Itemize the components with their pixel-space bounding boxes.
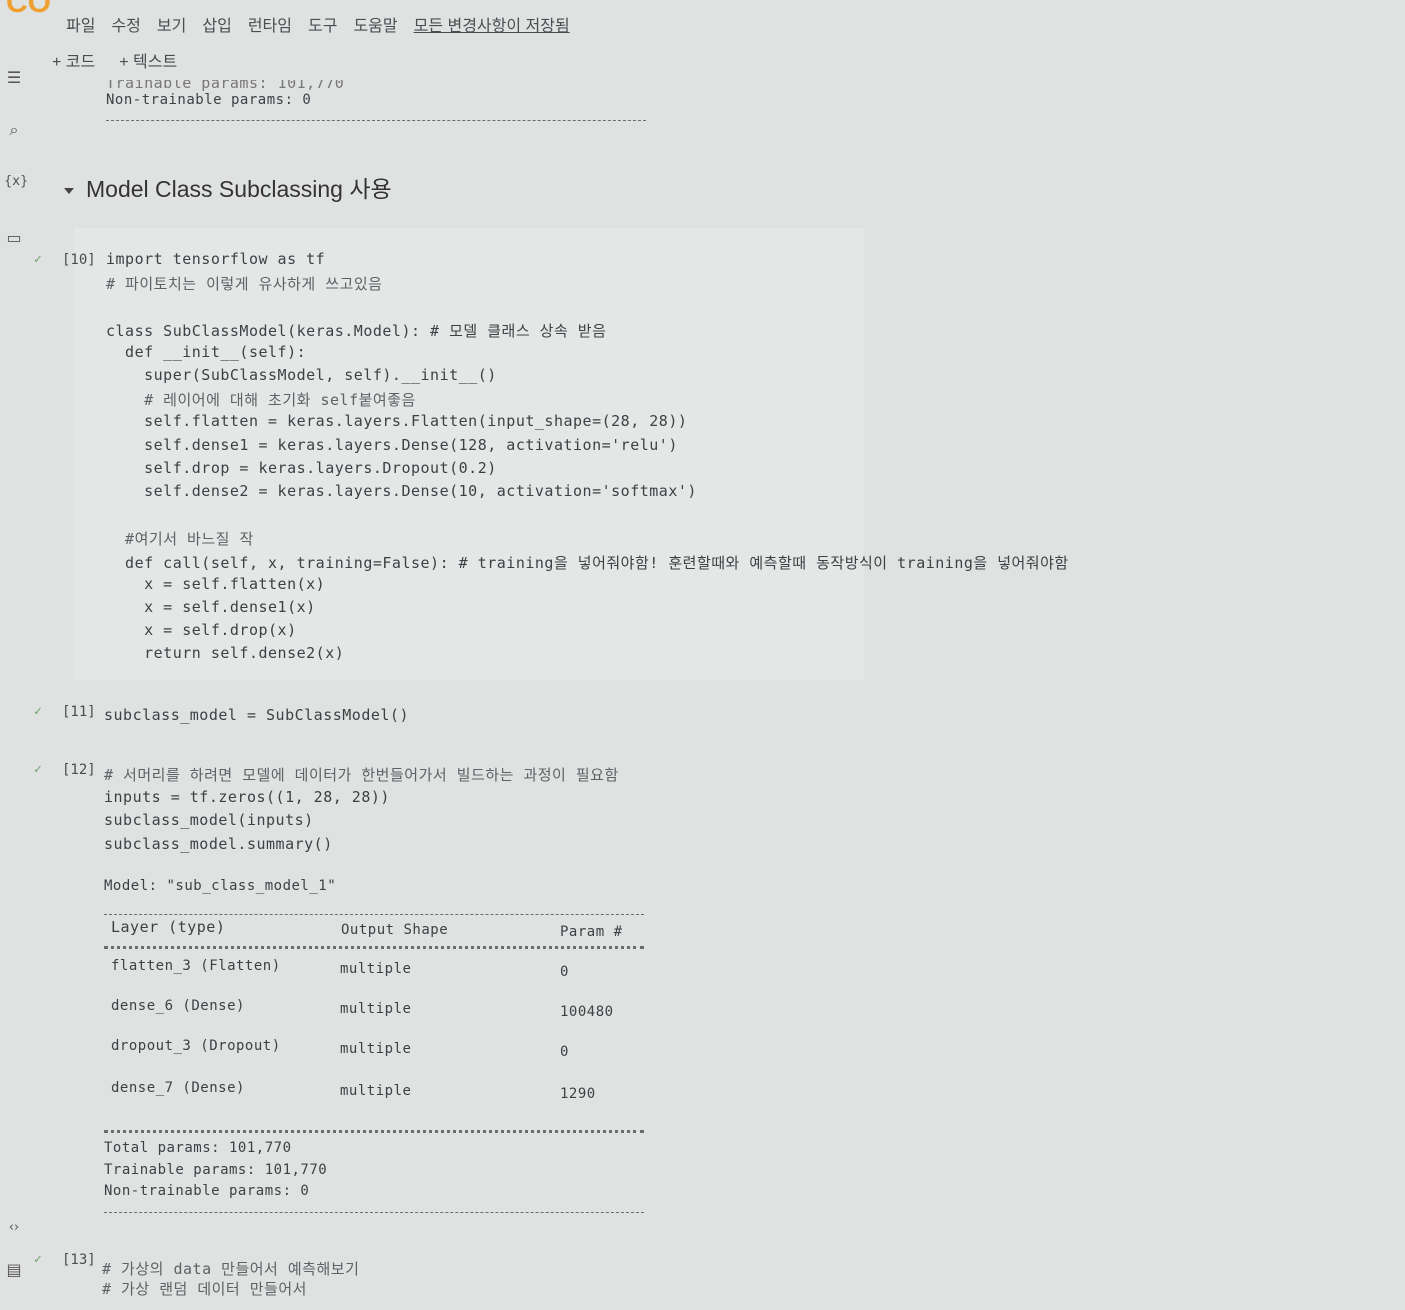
collapse-caret-icon[interactable] [64,187,74,194]
output-shape-cell: multiple [340,961,412,977]
code-line: subclass_model(inputs) [104,811,314,829]
menu-tools[interactable]: 도구 [308,4,337,38]
prev-non-trainable-params: Non-trainable params: 0 [106,92,312,108]
variables-icon[interactable]: {x} [4,174,28,194]
menu-file[interactable]: 파일 [66,4,95,38]
code-line: def __init__(self): [106,342,307,361]
toc-icon[interactable]: ☰ [4,68,24,88]
exec-count-12: [12] [62,762,96,778]
layer-cell: dense_7 (Dense) [111,1080,245,1096]
output-shape-cell: multiple [340,1083,412,1099]
menu-edit[interactable]: 수정 [111,4,140,38]
code-line: inputs = tf.zeros((1, 28, 28)) [104,787,390,806]
code-line: import tensorflow as tf [106,250,326,268]
output-shape-cell: multiple [340,1041,412,1057]
search-icon[interactable]: ⌕ [4,120,24,140]
model-name: Model: "sub_class_model_1" [104,878,337,894]
code-line: # 가상 랜덤 데이터 만들어서 [102,1280,307,1298]
saved-status-link[interactable]: 모든 변경사항이 저장됨 [414,4,570,38]
code-line: return self.dense2(x) [106,644,345,663]
code-line: self.flatten = keras.layers.Flatten(inpu… [106,412,688,431]
menu-bar: 파일 수정 보기 삽입 런타임 도구 도움말 모든 변경사항이 저장됨 [66,4,570,38]
layer-cell: dropout_3 (Dropout) [111,1038,281,1054]
code-line: subclass_model = SubClassModel() [104,706,409,724]
code-line: self.dense1 = keras.layers.Dense(128, ac… [106,435,678,454]
left-sidebar: ☰ ⌕ {x} ▭ ‹› ▤ [0,40,30,1310]
code-line: self.dense2 = keras.layers.Dense(10, act… [106,482,697,500]
exec-count-13: [13] [62,1252,96,1268]
prev-output-divider [106,120,646,121]
files-icon[interactable]: ▭ [4,228,24,248]
menu-runtime[interactable]: 런타임 [248,4,292,38]
terminal-icon[interactable]: ▤ [4,1260,24,1280]
layer-cell: flatten_3 (Flatten) [111,958,281,974]
run-status-icon[interactable]: ✓ [34,1252,42,1267]
non-trainable-params: Non-trainable params: 0 [104,1183,310,1199]
param-cell: 0 [560,964,569,980]
summary-divider [104,946,644,949]
code-line: x = self.drop(x) [106,621,297,640]
code-line: self.drop = keras.layers.Dropout(0.2) [106,458,497,477]
code-line: x = self.flatten(x) [106,574,326,593]
summary-divider [104,914,644,915]
exec-count-11: [11] [62,704,96,720]
code-line: def call(self, x, training=False): # tra… [106,553,1069,572]
param-cell: 100480 [560,1004,614,1020]
code-line: #여기서 바느질 작 [106,530,254,549]
code-line: super(SubClassModel, self).__init__() [106,366,497,384]
layer-cell: dense_6 (Dense) [111,998,245,1014]
output-shape-cell: multiple [340,1001,412,1017]
run-status-icon[interactable]: ✓ [34,762,42,777]
colab-logo: CO [6,0,51,19]
notebook: Trainable params: 101,770 Non-trainable … [34,40,1405,1310]
summary-divider [104,1130,644,1133]
code-snippets-icon[interactable]: ‹› [4,1220,24,1240]
run-status-icon[interactable]: ✓ [34,252,42,267]
trainable-params: Trainable params: 101,770 [104,1162,328,1178]
summary-divider [104,1212,644,1213]
code-line: subclass_model.summary() [104,834,333,853]
param-cell: 0 [560,1044,569,1060]
exec-count-10: [10] [62,252,96,268]
section-title: Model Class Subclassing 사용 [86,176,392,202]
code-line: # 레이어에 대해 초기화 self붙여좋음 [106,391,416,410]
section-heading[interactable]: Model Class Subclassing 사용 [64,170,392,204]
code-line: class SubClassModel(keras.Model): # 모델 클… [106,321,607,340]
header-layer: Layer (type) [111,918,226,936]
prev-trainable-params: Trainable params: 101,770 [106,74,345,92]
run-status-icon[interactable]: ✓ [34,704,42,719]
menu-insert[interactable]: 삽입 [202,4,231,38]
code-line: # 파이토치는 이렇게 유사하게 쓰고있음 [106,275,383,294]
code-line: # 서머리를 하려면 모델에 데이터가 한번들어가서 빌드하는 과정이 필요함 [104,766,619,784]
header-param: Param # [560,924,623,940]
code-line: x = self.dense1(x) [106,598,316,616]
total-params: Total params: 101,770 [104,1140,292,1156]
menu-view[interactable]: 보기 [157,4,186,38]
header-output-shape: Output Shape [341,922,449,938]
code-line: # 가상의 data 만들어서 예측해보기 [102,1260,360,1278]
menu-help[interactable]: 도움말 [353,4,397,38]
param-cell: 1290 [560,1086,596,1102]
